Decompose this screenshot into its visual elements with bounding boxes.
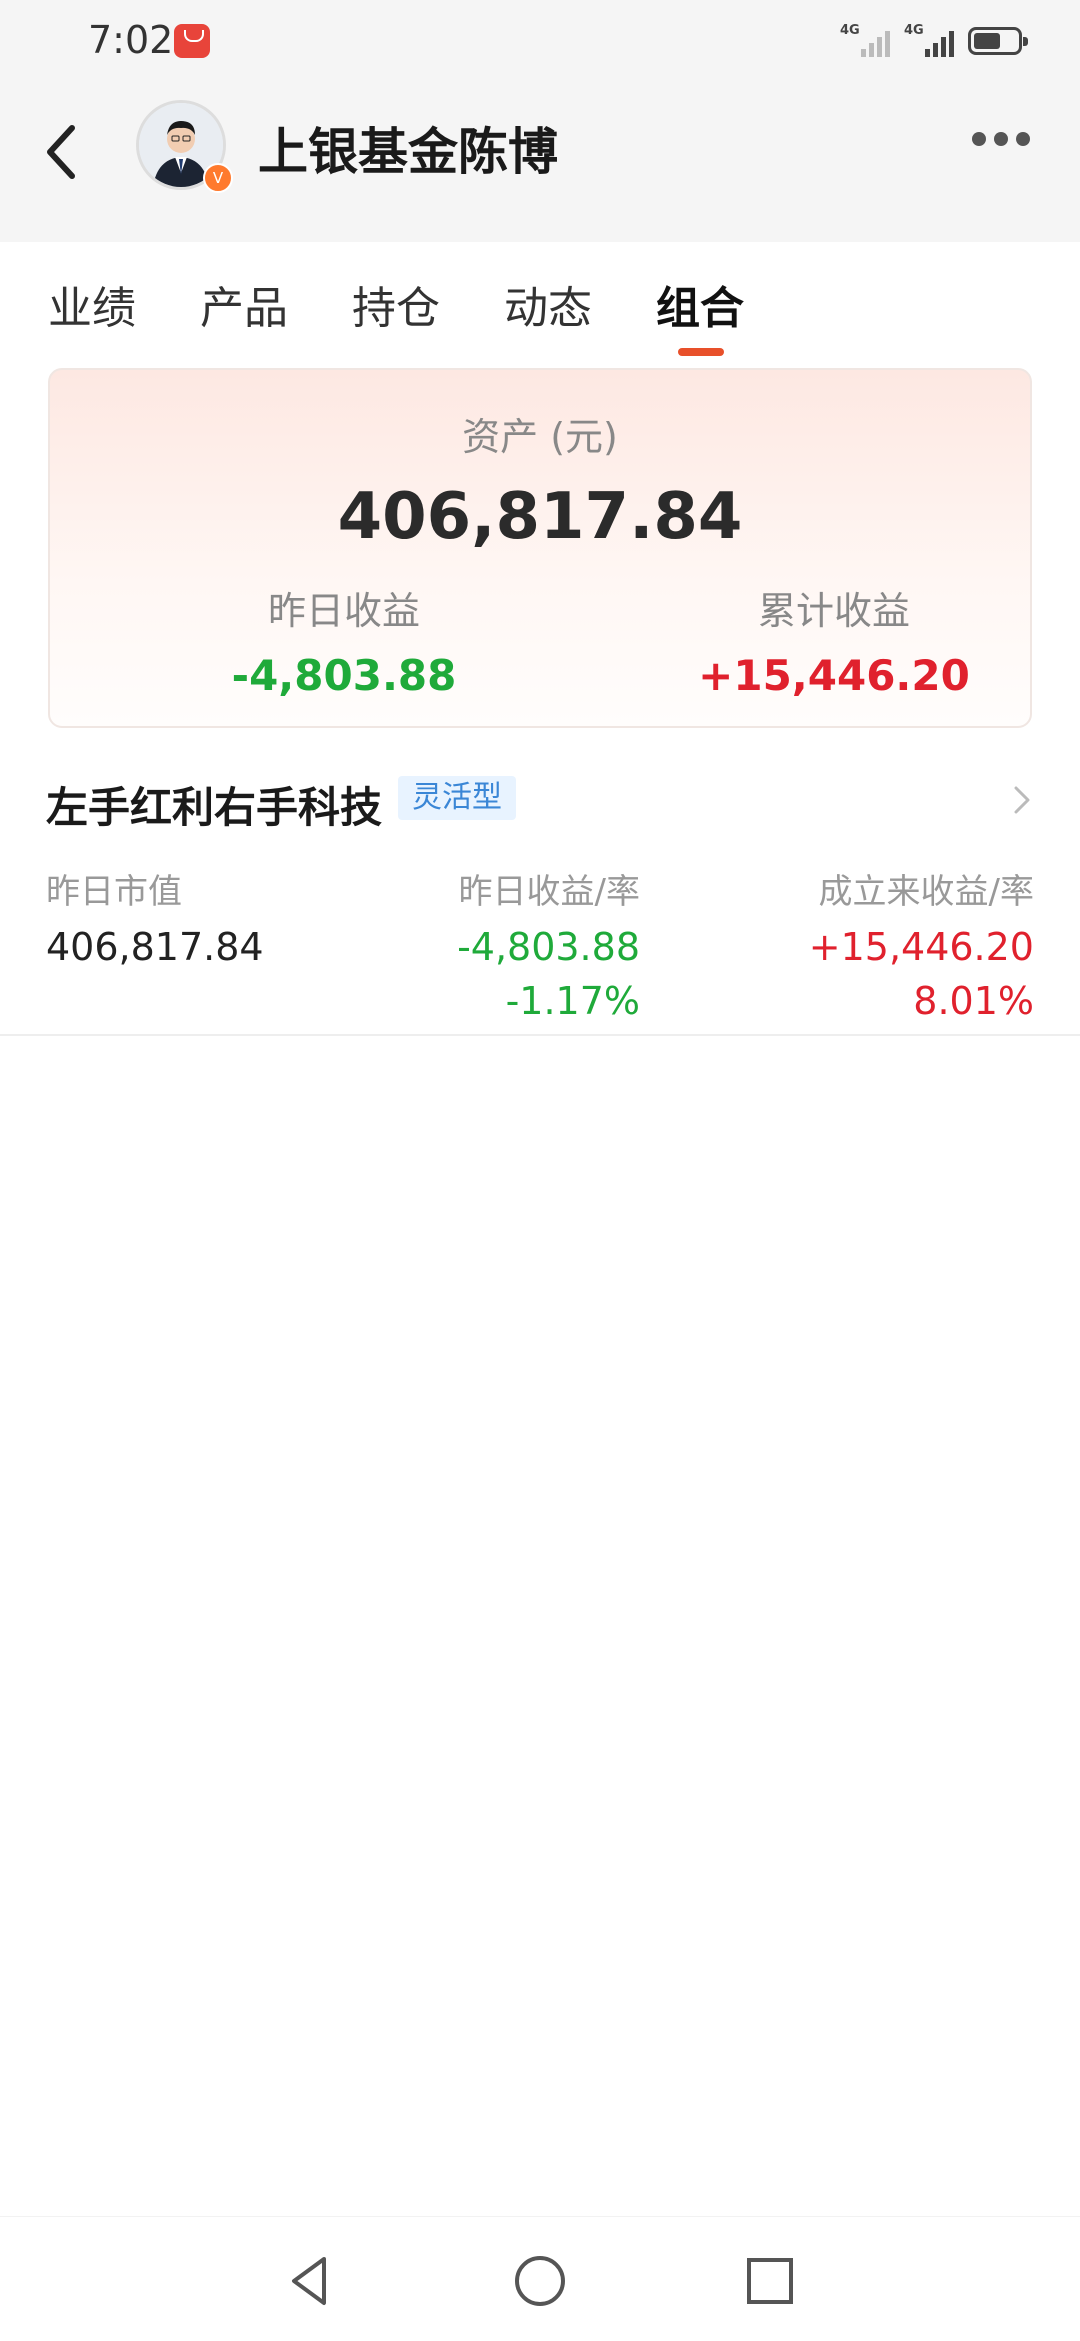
asset-label: 资产 (元)	[462, 415, 618, 459]
square-recents-icon	[747, 2258, 793, 2304]
yesterday-income-label: 昨日收益	[267, 589, 420, 633]
active-tab-indicator	[678, 348, 724, 356]
total-income-stat: 累计收益 +15,446.20	[684, 580, 984, 700]
network-type-label: 4G	[904, 23, 924, 38]
market-value: 406,817.84	[46, 925, 264, 969]
portfolio-list-item[interactable]: 左手红利右手科技 灵活型 昨日市值 406,817.84 昨日收益/率 -4,8…	[0, 760, 1080, 1036]
since-inception-value: +15,446.20	[808, 925, 1034, 969]
profile-header: V 上银基金陈博	[0, 82, 1080, 242]
total-income-label: 累计收益	[757, 589, 910, 633]
tab-bar: 业绩 产品 持仓 动态 组合	[0, 242, 1080, 358]
verified-badge-icon: V	[203, 163, 233, 193]
tab-products[interactable]: 产品	[200, 272, 288, 336]
yesterday-income-stat: 昨日收益 -4,803.88	[194, 580, 494, 700]
triangle-back-icon	[292, 2257, 326, 2305]
nav-home-button[interactable]	[510, 2251, 570, 2311]
more-button[interactable]	[972, 132, 1030, 146]
network-type-label: 4G	[840, 23, 860, 38]
more-dots-icon	[972, 132, 986, 146]
huawei-store-icon	[174, 24, 210, 58]
portfolio-name: 左手红利右手科技	[46, 783, 383, 832]
nav-back-button[interactable]	[280, 2251, 340, 2311]
tab-updates[interactable]: 动态	[504, 272, 592, 336]
chevron-right-icon	[1014, 786, 1030, 814]
status-bar: 7:02 4G 4G	[0, 0, 1080, 82]
status-time: 7:02	[88, 18, 174, 62]
battery-icon	[968, 27, 1028, 55]
yesterday-return-column: 昨日收益/率 -4,803.88 -1.17%	[420, 864, 640, 1023]
circle-home-icon	[515, 2256, 565, 2306]
signal-icon: 4G	[904, 23, 954, 59]
chevron-left-icon	[47, 125, 75, 179]
yesterday-return-label: 昨日收益/率	[458, 872, 640, 912]
portfolio-type-badge: 灵活型	[398, 776, 516, 820]
yesterday-return-value: -4,803.88	[457, 925, 640, 969]
status-indicators: 4G 4G	[840, 22, 1028, 60]
avatar[interactable]: V	[136, 100, 233, 193]
since-inception-rate: 8.01%	[913, 979, 1034, 1023]
market-value-label: 昨日市值	[46, 872, 182, 912]
page-title: 上银基金陈博	[258, 123, 558, 181]
since-inception-column: 成立来收益/率 +15,446.20 8.01%	[809, 864, 1034, 1023]
system-nav-bar	[0, 2216, 1080, 2341]
total-income-value: +15,446.20	[698, 651, 970, 700]
yesterday-return-rate: -1.17%	[505, 979, 640, 1023]
tab-holdings[interactable]: 持仓	[352, 272, 440, 336]
back-button[interactable]	[40, 112, 84, 192]
tab-portfolio[interactable]: 组合	[656, 272, 744, 336]
yesterday-income-value: -4,803.88	[231, 651, 457, 700]
market-value-column: 昨日市值 406,817.84	[46, 864, 264, 969]
asset-summary-card: 资产 (元) 406,817.84 昨日收益 -4,803.88 累计收益 +1…	[48, 368, 1032, 728]
nav-recents-button[interactable]	[740, 2251, 800, 2311]
asset-value: 406,817.84	[337, 480, 743, 554]
signal-icon: 4G	[840, 23, 890, 59]
since-inception-label: 成立来收益/率	[818, 872, 1034, 912]
tab-performance[interactable]: 业绩	[48, 272, 136, 336]
